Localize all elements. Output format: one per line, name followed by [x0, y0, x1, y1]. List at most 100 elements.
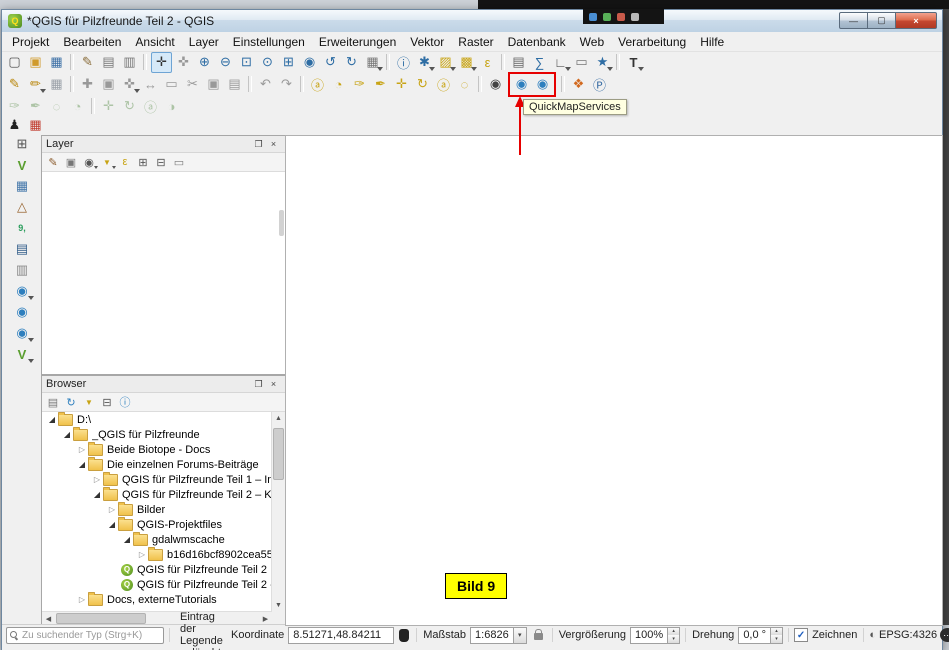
menu-item[interactable]: Layer: [182, 33, 226, 51]
chevron-down-icon[interactable]: ▾: [514, 627, 527, 644]
run-feature-action-icon[interactable]: ✱: [415, 53, 434, 72]
measure-icon[interactable]: ∟: [551, 53, 570, 72]
add-virtual-layer-icon[interactable]: V: [11, 344, 33, 364]
browser-tree-item[interactable]: ◢ QGIS für Pilzfreunde Teil 2 – KBS, B: [42, 487, 272, 502]
open-project-icon[interactable]: ▣: [26, 53, 45, 72]
layer-styling-icon[interactable]: ✎: [45, 155, 61, 170]
expanded-arrow-icon[interactable]: ◢: [46, 415, 58, 424]
delete-selected-icon[interactable]: ▭: [162, 75, 181, 94]
browser-tree-item[interactable]: ◢ Die einzelnen Forums-Beiträge: [42, 457, 272, 472]
save-edits-icon[interactable]: ▦: [47, 75, 66, 94]
spin-down-icon[interactable]: ▾: [771, 635, 782, 643]
layer-labeling-icon[interactable]: ⓐ: [308, 75, 327, 94]
map-tips-icon[interactable]: ▭: [572, 53, 591, 72]
expanded-arrow-icon[interactable]: ◢: [61, 430, 73, 439]
add-selected-layers-icon[interactable]: ▤: [45, 395, 61, 410]
browser-tree-item[interactable]: ▷ Docs, externeTutorials: [42, 592, 272, 607]
menu-item[interactable]: Web: [573, 33, 611, 51]
locator-input[interactable]: [22, 630, 160, 641]
zoom-last-icon[interactable]: ↺: [321, 53, 340, 72]
browser-tree-item[interactable]: Q QGIS für Pilzfreunde Teil 2 -: [42, 577, 272, 592]
close-panel-icon[interactable]: ×: [266, 138, 281, 151]
filter-by-expression-icon[interactable]: ε: [117, 155, 133, 170]
filter-browser-icon[interactable]: ▼: [81, 395, 97, 410]
spinner[interactable]: ▴▾: [668, 627, 680, 644]
new-map-view-icon[interactable]: ▦: [363, 53, 382, 72]
python-console-icon[interactable]: Ⓟ: [590, 75, 609, 94]
expand-all-icon[interactable]: ⊞: [135, 155, 151, 170]
pan-map-icon[interactable]: ✛: [151, 52, 172, 73]
current-edits-icon[interactable]: ✎: [5, 75, 24, 94]
paste-features-icon[interactable]: ▤: [225, 75, 244, 94]
magnifier-spin[interactable]: 100% ▴▾: [630, 627, 680, 644]
open-data-source-manager-icon[interactable]: ⊞: [11, 134, 33, 154]
browser-tree-item[interactable]: ◢ D:\: [42, 412, 272, 427]
collapse-all-icon[interactable]: ⊟: [153, 155, 169, 170]
collapsed-arrow-icon[interactable]: ▷: [76, 445, 88, 454]
new-print-layout-icon[interactable]: ▤: [99, 53, 118, 72]
menu-item[interactable]: Verarbeitung: [611, 33, 693, 51]
menu-item[interactable]: Erweiterungen: [312, 33, 403, 51]
expanded-arrow-icon[interactable]: ◢: [76, 460, 88, 469]
open-attribute-table-icon[interactable]: ▤: [509, 53, 528, 72]
move-label-icon[interactable]: ✛: [392, 75, 411, 94]
menu-item[interactable]: Ansicht: [128, 33, 181, 51]
add-xyz-layer-icon[interactable]: ◉: [11, 302, 33, 322]
add-wfs-layer-icon[interactable]: ◉: [11, 323, 33, 343]
menu-item[interactable]: Bearbeiten: [56, 33, 128, 51]
scroll-down-icon[interactable]: ▼: [272, 599, 285, 612]
digitize-with-segment-icon[interactable]: ✚: [78, 75, 97, 94]
locator-search[interactable]: [6, 627, 164, 644]
refresh-browser-icon[interactable]: ↻: [63, 395, 79, 410]
rotation-value[interactable]: 0,0 °: [738, 627, 771, 644]
osm-place-search-icon[interactable]: ❖: [569, 75, 588, 94]
redo-icon[interactable]: ↷: [277, 75, 296, 94]
expanded-arrow-icon[interactable]: ◢: [121, 535, 133, 544]
expanded-arrow-icon[interactable]: ◢: [91, 490, 103, 499]
messages-icon[interactable]: ⋯: [940, 628, 949, 642]
browser-vertical-scrollbar[interactable]: ▲ ▼: [271, 412, 285, 612]
browser-tree-item[interactable]: ▷ b16d16bcf8902cea55a9: [42, 547, 272, 562]
titlebar[interactable]: Q *QGIS für Pilzfreunde Teil 2 - QGIS — …: [2, 10, 942, 33]
spin-up-icon[interactable]: ▴: [771, 628, 782, 636]
menu-item[interactable]: Datenbank: [501, 33, 573, 51]
deselect-features-icon[interactable]: ▩: [457, 53, 476, 72]
spinner[interactable]: ▴▾: [771, 627, 783, 644]
menu-item[interactable]: Raster: [451, 33, 500, 51]
label-change-icon[interactable]: ⓐ: [141, 97, 160, 116]
new-bookmark-icon[interactable]: ★: [593, 53, 612, 72]
vertex-tool-icon[interactable]: ✜: [120, 75, 139, 94]
browser-horizontal-scrollbar[interactable]: ◀ ▶: [42, 611, 272, 625]
zoom-out-icon[interactable]: ⊖: [216, 53, 235, 72]
new-project-icon[interactable]: ▢: [5, 53, 24, 72]
zoom-in-icon[interactable]: ⊕: [195, 53, 214, 72]
collapsed-arrow-icon[interactable]: ▷: [91, 475, 103, 484]
map-canvas[interactable]: Bild 9: [285, 135, 943, 626]
browser-tree-item[interactable]: ◢ QGIS-Projektfiles: [42, 517, 272, 532]
manage-map-themes-icon[interactable]: ◉: [81, 155, 97, 170]
pin-labels-icon[interactable]: ✑: [350, 75, 369, 94]
crs-button[interactable]: ◐ EPSG:4326: [869, 629, 937, 641]
undo-icon[interactable]: ↶: [256, 75, 275, 94]
mouse-tracking-icon[interactable]: [399, 629, 409, 642]
layout-manager-icon[interactable]: ▥: [120, 53, 139, 72]
collapsed-arrow-icon[interactable]: ▷: [136, 550, 148, 559]
zoom-full-icon[interactable]: ⊡: [237, 53, 256, 72]
render-checkbox[interactable]: ✓: [794, 628, 808, 642]
zoom-next-icon[interactable]: ↻: [342, 53, 361, 72]
label-unpin-icon[interactable]: ✒: [26, 97, 45, 116]
layer-tree-area[interactable]: [42, 172, 285, 374]
copy-features-icon[interactable]: ▣: [204, 75, 223, 94]
properties-widget-icon[interactable]: ⓘ: [117, 395, 133, 410]
identify-features-icon[interactable]: ⓘ: [394, 53, 413, 72]
zoom-to-selection-icon[interactable]: ⊙: [258, 53, 277, 72]
add-group-icon[interactable]: ▣: [63, 155, 79, 170]
browser-tree-item[interactable]: Q QGIS für Pilzfreunde Teil 2: [42, 562, 272, 577]
style-manager-icon[interactable]: ✎: [78, 53, 97, 72]
browser-tree-item[interactable]: ◢ _QGIS für Pilzfreunde: [42, 427, 272, 442]
layer-diagram-icon[interactable]: ◔: [329, 75, 348, 94]
maximize-button[interactable]: ▢: [868, 12, 896, 29]
browser-tree-item[interactable]: ▷ Beide Biotope - Docs: [42, 442, 272, 457]
label-hide-icon[interactable]: ◔: [68, 97, 87, 116]
label-move-icon[interactable]: ✛: [99, 97, 118, 116]
